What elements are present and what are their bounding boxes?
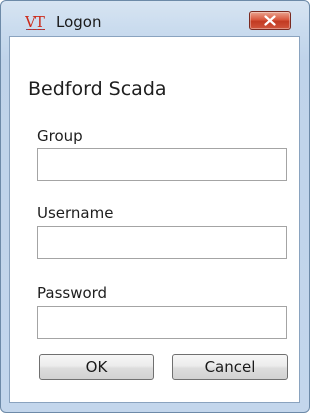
close-icon: [264, 15, 276, 26]
username-input[interactable]: [37, 226, 287, 259]
title-bar[interactable]: VT Logon: [1, 1, 309, 33]
username-label: Username: [37, 204, 114, 222]
close-button[interactable]: [249, 11, 291, 30]
window-title: Logon: [56, 13, 102, 31]
password-input[interactable]: [37, 306, 287, 339]
group-label: Group: [37, 127, 83, 145]
app-name-heading: Bedford Scada: [28, 78, 167, 100]
group-input[interactable]: [37, 148, 287, 181]
ok-button[interactable]: OK: [39, 354, 154, 380]
svg-text:VT: VT: [25, 13, 45, 31]
password-label: Password: [37, 284, 108, 302]
cancel-button[interactable]: Cancel: [172, 354, 288, 380]
vt-logo-icon: VT: [25, 13, 46, 31]
